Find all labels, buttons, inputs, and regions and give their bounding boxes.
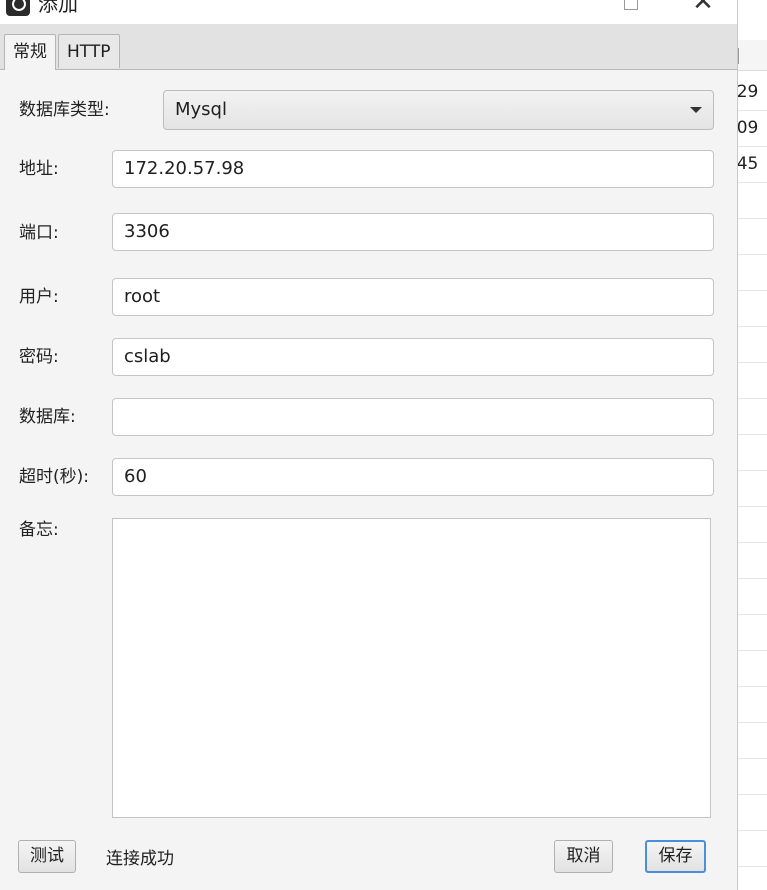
table-row[interactable] — [737, 326, 767, 363]
database-label: 数据库: — [19, 407, 76, 427]
table-row[interactable]: :09 — [737, 110, 767, 147]
table-row[interactable] — [737, 290, 767, 327]
memo-textarea[interactable] — [112, 518, 711, 818]
table-row[interactable] — [737, 470, 767, 507]
cancel-button[interactable]: 取消 — [554, 840, 613, 873]
title-bar: 添加 ✕ — [0, 0, 737, 24]
table-row[interactable] — [737, 830, 767, 867]
user-input[interactable]: root — [112, 278, 714, 316]
table-row[interactable] — [737, 362, 767, 399]
user-label: 用户: — [19, 287, 59, 307]
tab-general[interactable]: 常规 — [4, 34, 56, 70]
table-row[interactable]: :29 — [737, 74, 767, 111]
db-type-value: Mysql — [175, 99, 227, 120]
test-button[interactable]: 测试 — [18, 840, 76, 873]
add-connection-dialog: 添加 ✕ 常规 HTTP 数据库类型: Mysql 地址: 172.20.57.… — [0, 0, 738, 890]
window-title: 添加 — [38, 0, 78, 16]
db-type-label: 数据库类型: — [19, 100, 110, 120]
tab-bar: 常规 HTTP — [0, 24, 737, 70]
table-row[interactable]: :45 — [737, 146, 767, 183]
table-row[interactable] — [737, 758, 767, 795]
background-table: :29 :09 :45 — [737, 0, 767, 890]
password-input[interactable]: cslab — [112, 338, 714, 376]
close-icon[interactable]: ✕ — [680, 0, 726, 20]
minimize-icon[interactable] — [540, 0, 586, 20]
address-label: 地址: — [19, 159, 59, 179]
port-input[interactable]: 3306 — [112, 213, 714, 251]
timeout-input[interactable]: 60 — [112, 458, 714, 496]
dropdown-arrow-icon — [690, 107, 702, 113]
table-cell-time: :45 — [737, 154, 759, 174]
password-label: 密码: — [19, 347, 59, 367]
table-row[interactable] — [737, 506, 767, 543]
table-row[interactable] — [737, 722, 767, 759]
table-row[interactable] — [737, 398, 767, 435]
table-row[interactable] — [737, 542, 767, 579]
table-row[interactable] — [737, 218, 767, 255]
address-input[interactable]: 172.20.57.98 — [112, 150, 714, 188]
memo-label: 备忘: — [19, 520, 59, 540]
connection-status-text: 连接成功 — [106, 849, 174, 869]
table-row[interactable] — [737, 686, 767, 723]
app-icon — [6, 0, 30, 16]
table-row[interactable] — [737, 650, 767, 687]
save-button[interactable]: 保存 — [645, 840, 706, 873]
port-label: 端口: — [19, 223, 59, 243]
table-row[interactable] — [737, 578, 767, 615]
table-row[interactable] — [737, 434, 767, 471]
background-table-header — [737, 40, 767, 71]
tab-http[interactable]: HTTP — [58, 34, 120, 68]
table-row[interactable] — [737, 254, 767, 291]
database-input[interactable] — [112, 398, 714, 436]
table-row[interactable] — [737, 614, 767, 651]
maximize-icon[interactable] — [608, 0, 654, 20]
table-row[interactable] — [737, 794, 767, 831]
table-cell-time: :09 — [737, 118, 759, 138]
table-row[interactable] — [737, 182, 767, 219]
timeout-label: 超时(秒): — [19, 467, 89, 487]
db-type-select[interactable]: Mysql — [163, 90, 714, 130]
table-cell-time: :29 — [737, 82, 759, 102]
